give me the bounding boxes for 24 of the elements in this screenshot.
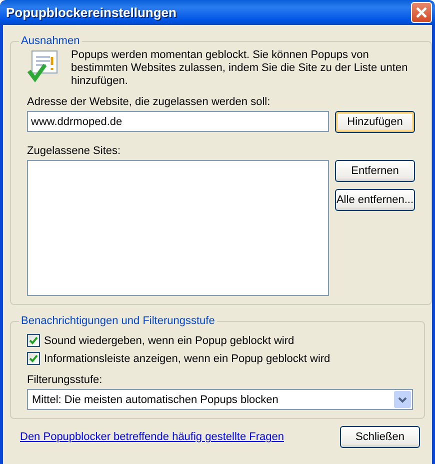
list-label: Zugelassene Sites: [27,145,122,157]
dropdown-value: Mittel: Die meisten automatischen Popups blocken [32,394,278,406]
description-text: Popups werden momentan geblockt. Sie können Popups von bestimmten Websites zulassen, indem Sie die Site zu der Liste unten hinzufügen. [71,49,409,88]
field-label: Adresse der Website, die zugelassen werden soll: [27,96,272,108]
checkbox-label: Informationsleiste anzeigen, wenn ein Popup geblockt wird [44,352,330,364]
remove-all-button[interactable]: Alle entfernen... [335,189,415,211]
checkbox[interactable] [27,352,40,365]
group-label: Benachrichtigungen und Filterungsstufe [20,315,216,327]
close-button[interactable] [411,2,432,23]
filter-dropdown[interactable]: Mittel: Die meisten automatischen Popups blocken [27,389,413,410]
faq-link[interactable]: Den Popupblocker betreffende häufig gestellte Fragen [20,431,284,443]
add-button[interactable]: Hinzufügen [335,111,415,133]
checkbox[interactable] [27,334,40,347]
dropdown-arrow-icon [394,391,411,408]
group-label: Ausnahmen [20,35,81,47]
sites-list[interactable] [27,160,329,296]
close-dialog-button[interactable]: Schließen [340,426,420,448]
checkbox-label: Sound wiedergeben, wenn ein Popup geblockt wird [44,334,294,346]
remove-button[interactable]: Entfernen [335,160,415,182]
window-title: Popupblockereinstellungen [6,5,176,20]
address-field[interactable]: www.ddrmoped.de [27,111,329,132]
close-icon [415,6,428,19]
checklist-icon [27,49,59,83]
field-label: Filterungsstufe: [27,374,104,386]
